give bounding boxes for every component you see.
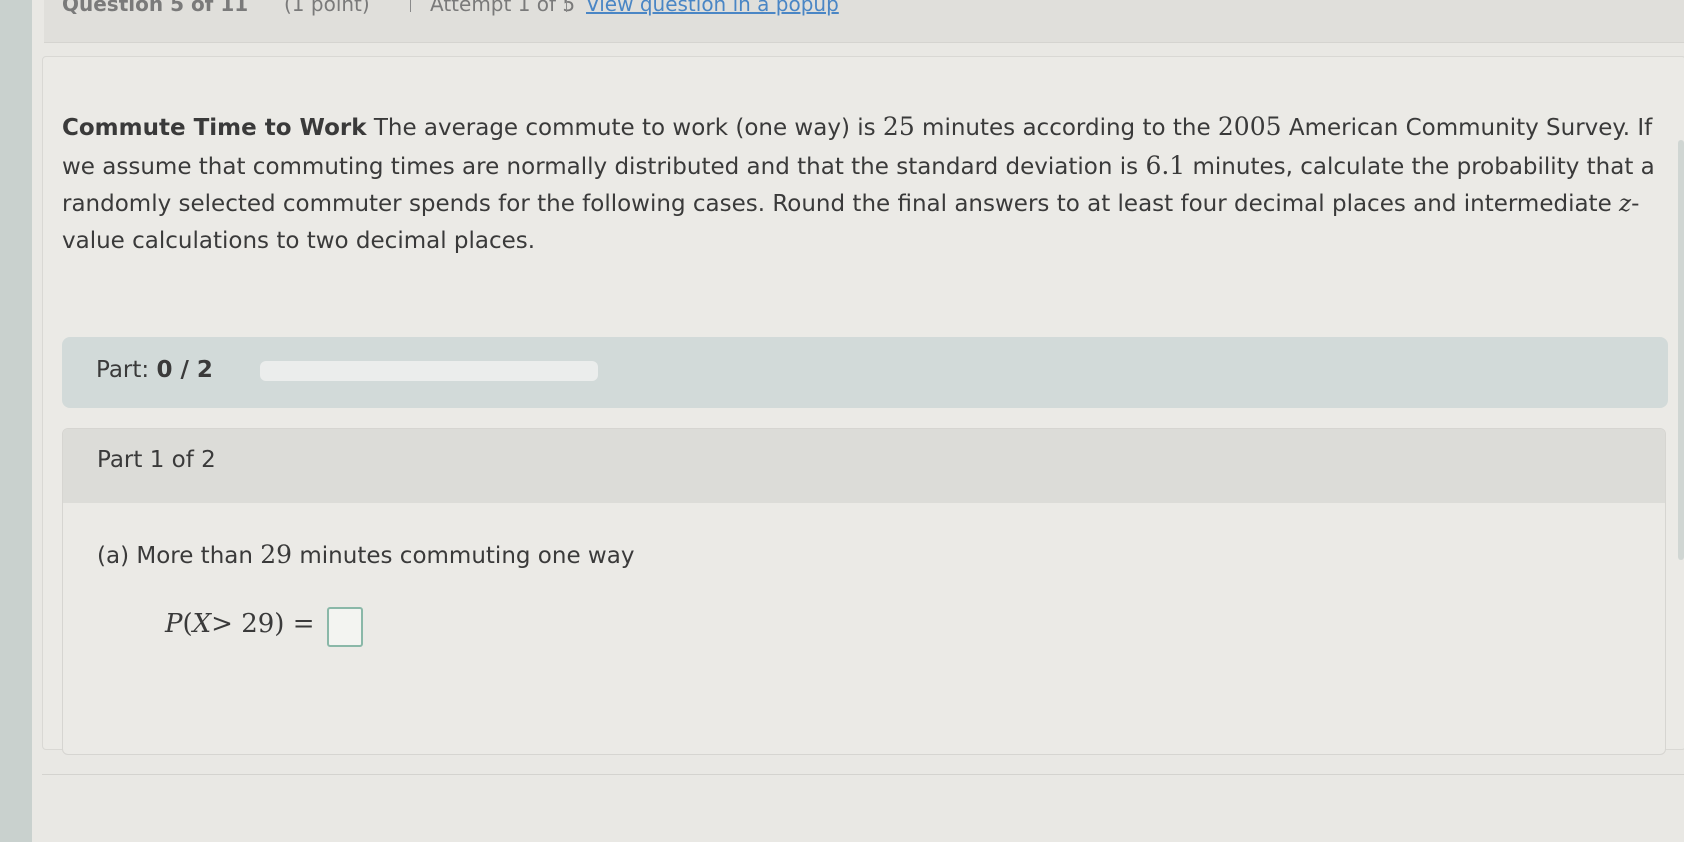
sub-question-text: minutes commuting one way [292,543,635,569]
attempt-label: Attempt 1 of 5 [430,0,576,16]
scrollbar[interactable] [1678,140,1684,560]
question-text-segment: minutes according to the [914,115,1218,141]
answer-input[interactable] [327,607,363,647]
sub-question-a: (a) More than 29 minutes commuting one w… [97,540,634,569]
question-text-segment: The average commute to work (one way) is [366,115,883,141]
probability-equation: P(X> 29) = [165,609,315,639]
header-divider [410,0,411,12]
part-header-label: Part 1 of 2 [97,447,216,473]
equation-rest: > 29) = [211,609,315,639]
part-1-panel: Part 1 of 2 (a) More than 29 minutes com… [62,428,1666,755]
equation-x: X [192,609,212,639]
progress-value: 0 / 2 [156,357,213,383]
z-variable: z [1619,191,1632,217]
part-header: Part 1 of 2 [63,429,1665,503]
part-progress-panel: Part: 0 / 2 [62,337,1668,408]
question-counter: Question 5 of 11 [62,0,249,16]
threshold-value: 29 [260,540,293,569]
survey-year: 2005 [1217,112,1282,141]
view-popup-link[interactable]: View question in a popup [586,0,839,16]
divider [42,774,1684,775]
left-margin-strip [0,0,32,842]
progress-label-text: Part: [96,357,150,383]
points-label: (1 point) [284,0,370,16]
question-prompt: Commute Time to Work The average commute… [62,108,1682,260]
progress-bar [260,361,598,381]
sd-value: 6.1 [1145,151,1186,180]
part-progress-label: Part: 0 / 2 [96,357,213,383]
question-header-bar: Question 5 of 11 (1 point) Attempt 1 of … [44,0,1684,43]
question-title: Commute Time to Work [62,115,367,141]
mean-value: 25 [882,112,915,141]
equation-p: P [165,609,183,639]
header-divider [566,0,567,12]
equation-paren: ( [182,609,193,639]
sub-question-text: (a) More than [97,543,261,569]
